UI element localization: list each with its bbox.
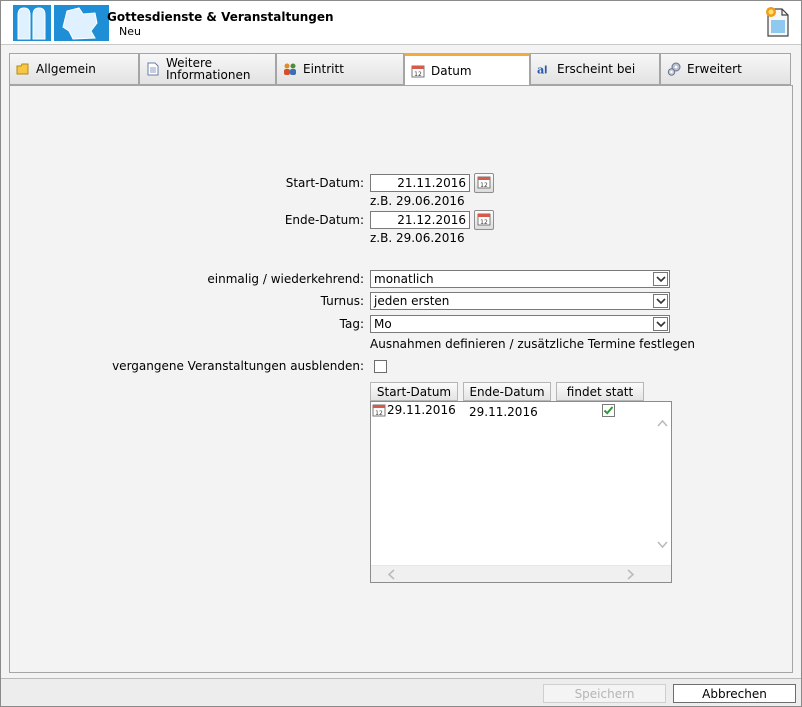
- hide-past-label: vergangene Veranstaltungen ausblenden:: [112, 359, 364, 373]
- chevron-down-icon[interactable]: [653, 294, 668, 308]
- column-header-takes-place[interactable]: findet statt: [556, 382, 644, 401]
- people-icon: [283, 62, 297, 76]
- tab-allgemein[interactable]: Allgemein: [9, 53, 139, 85]
- tab-label: Weitere Informationen: [166, 56, 251, 82]
- hide-past-checkbox[interactable]: [374, 360, 387, 373]
- calendar-icon: 12: [477, 175, 491, 192]
- tab-label: Eintritt: [303, 62, 344, 76]
- new-document-icon: [765, 6, 791, 38]
- column-header-end-date[interactable]: Ende-Datum: [463, 382, 551, 401]
- tab-label: Erscheint bei: [557, 62, 636, 76]
- dialog-title: Gottesdienste & Veranstaltungen: [107, 10, 334, 24]
- end-date-input[interactable]: [370, 211, 470, 229]
- svg-text:a: a: [537, 62, 545, 76]
- chevron-right-icon[interactable]: [627, 569, 635, 583]
- chevron-up-icon[interactable]: [657, 416, 668, 430]
- dialog-window: Gottesdienste & Veranstaltungen Neu Allg…: [0, 0, 802, 707]
- chevron-down-icon[interactable]: [653, 317, 668, 331]
- app-logo: [13, 5, 109, 41]
- tab-erweitert[interactable]: Erweitert: [660, 53, 791, 85]
- calendar-icon: 12: [372, 403, 386, 420]
- start-date-calendar-button[interactable]: 12: [474, 173, 494, 193]
- svg-text:12: 12: [480, 182, 488, 189]
- tab-bar: Allgemein Weitere Informationen Eintritt…: [9, 53, 793, 86]
- end-date-calendar-button[interactable]: 12: [474, 210, 494, 230]
- turnus-label: Turnus:: [320, 294, 364, 308]
- tab-eintritt[interactable]: Eintritt: [276, 53, 404, 85]
- chevron-left-icon[interactable]: [387, 569, 395, 583]
- tab-content-datum: Start-Datum: 12 z.B. 29.06.2016 Ende-Dat…: [9, 85, 793, 673]
- dialog-footer: Speichern Abbrechen: [1, 678, 801, 706]
- tag-value: Mo: [374, 317, 392, 331]
- font-icon: a: [537, 62, 551, 76]
- dates-table: 12 29.11.2016 29.11.2016: [370, 401, 672, 583]
- svg-text:12: 12: [480, 219, 488, 226]
- dialog-header: Gottesdienste & Veranstaltungen Neu: [1, 1, 801, 45]
- folder-icon: [16, 62, 30, 76]
- tab-weitere-informationen[interactable]: Weitere Informationen: [139, 53, 276, 85]
- row-end-date: 29.11.2016: [469, 405, 538, 419]
- start-date-input[interactable]: [370, 174, 470, 192]
- start-date-label: Start-Datum:: [285, 176, 364, 190]
- save-button[interactable]: Speichern: [543, 684, 666, 703]
- tab-label: Datum: [431, 63, 472, 78]
- end-date-label: Ende-Datum:: [284, 213, 364, 227]
- recurrence-label: einmalig / wiederkehrend:: [207, 272, 364, 286]
- turnus-value: jeden ersten: [374, 294, 450, 308]
- checkmark-icon[interactable]: [602, 404, 615, 420]
- start-date-hint: z.B. 29.06.2016: [370, 194, 465, 208]
- svg-text:12: 12: [414, 71, 422, 78]
- vertical-scrollbar[interactable]: [654, 402, 671, 566]
- turnus-select[interactable]: jeden ersten: [370, 292, 670, 310]
- horizontal-scrollbar[interactable]: [371, 565, 671, 582]
- cancel-button[interactable]: Abbrechen: [673, 684, 796, 703]
- tab-label: Allgemein: [36, 62, 96, 76]
- table-row[interactable]: 12 29.11.2016 29.11.2016: [371, 402, 601, 420]
- row-start-date: 29.11.2016: [387, 403, 456, 417]
- recurrence-value: monatlich: [374, 272, 434, 286]
- tag-label: Tag:: [339, 317, 364, 331]
- end-date-hint: z.B. 29.06.2016: [370, 231, 465, 245]
- chevron-down-icon[interactable]: [657, 538, 668, 552]
- tab-label: Erweitert: [687, 62, 742, 76]
- tab-erscheint-bei[interactable]: a Erscheint bei: [530, 53, 660, 85]
- tab-datum[interactable]: 12 Datum: [404, 53, 530, 86]
- document-icon: [146, 62, 160, 76]
- calendar-icon: 12: [411, 64, 425, 78]
- dialog-subtitle: Neu: [119, 25, 141, 38]
- exceptions-link[interactable]: Ausnahmen definieren / zusätzliche Termi…: [370, 337, 695, 351]
- recurrence-select[interactable]: monatlich: [370, 270, 670, 288]
- svg-text:12: 12: [375, 410, 383, 417]
- chevron-down-icon[interactable]: [653, 272, 668, 286]
- gears-icon: [667, 62, 681, 76]
- calendar-icon: 12: [477, 212, 491, 229]
- tag-select[interactable]: Mo: [370, 315, 670, 333]
- column-header-start-date[interactable]: Start-Datum: [370, 382, 458, 401]
